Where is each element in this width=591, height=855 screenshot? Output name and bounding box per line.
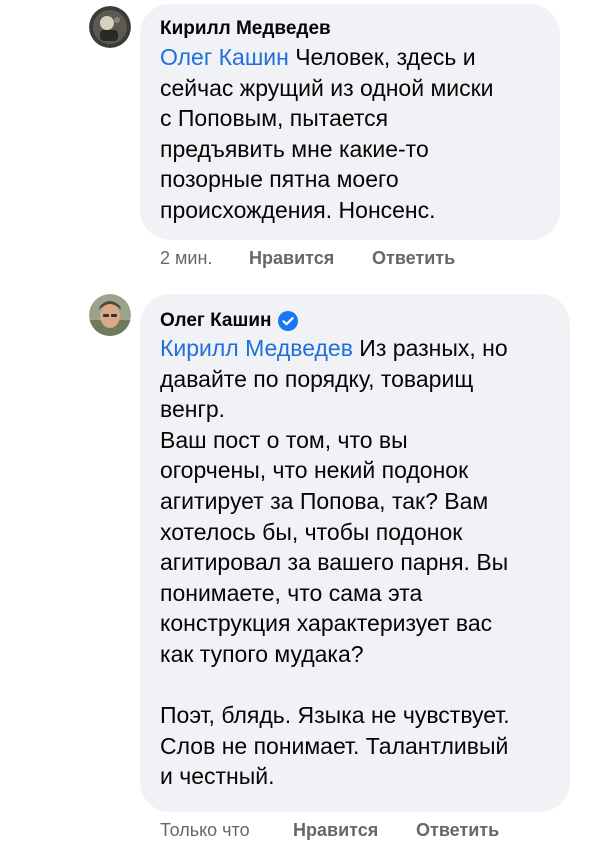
comment-line: как тупого мудака? [160,640,364,667]
like-button[interactable]: Нравится [293,820,378,841]
comment-line: Поэт, блядь. Языка не чувствует. [160,702,510,729]
comment-author[interactable]: Олег Кашин [160,310,298,332]
comment-line: позорные пятна моего [160,166,399,193]
verified-badge-icon [277,311,298,331]
comment-author[interactable]: Кирилл Медведев [160,18,331,40]
comment-line: хотелось бы, чтобы подонок [160,518,463,545]
comment-line: Ваш пост о том, что вы [160,426,408,453]
comment-line: агитирует за Попова, так? Вам [160,487,489,514]
comment-line: сейчас жрущий из одной миски [160,74,494,101]
comment-line: огорчены, что некий подонок [160,457,469,484]
comment-line: Олег Кашин Человек, здесь и [160,42,550,73]
avatar[interactable] [89,6,131,48]
comment-line: Слов не понимает. Талантливый [160,732,509,759]
author-name[interactable]: Олег Кашин [160,310,272,332]
comment-line-text: Человек, здесь и [288,44,476,70]
comment-time[interactable]: Только что [160,820,250,841]
avatar-image-icon [89,294,131,336]
author-name[interactable]: Кирилл Медведев [160,18,331,40]
avatar[interactable] [89,294,131,336]
comment-line: происхождения. Нонсенс. [160,196,436,223]
avatar-image-icon [89,6,131,48]
reply-button[interactable]: Ответить [416,820,499,841]
like-button[interactable]: Нравится [249,248,334,269]
comment-line-text: Из разных, но [352,335,508,361]
mention-link[interactable]: Кирилл Медведев [160,335,353,361]
comment-line: конструкция характеризует вас [160,610,493,637]
comment-line: понимаете, что сама эта [160,579,423,606]
paragraph-break [160,670,565,701]
comment-line: агитировал за вашего парня. Вы [160,549,509,576]
mention-link[interactable]: Олег Кашин [160,44,289,70]
comment-line: давайте по порядку, товарищ [160,365,474,392]
comment-line: Кирилл Медведев Из разных, но [160,333,565,364]
comment-line: и честный. [160,763,275,790]
comment-line: предъявить мне какие-то [160,135,429,162]
comment-text: Кирилл Медведев Из разных, но давайте по… [160,333,565,792]
reply-button[interactable]: Ответить [372,248,455,269]
comment-time[interactable]: 2 мин. [160,248,212,269]
comment-line: венгр. [160,396,226,423]
comment-line: с Поповым, пытается [160,105,389,132]
comment-text: Олег Кашин Человек, здесь и сейчас жрущи… [160,42,550,226]
